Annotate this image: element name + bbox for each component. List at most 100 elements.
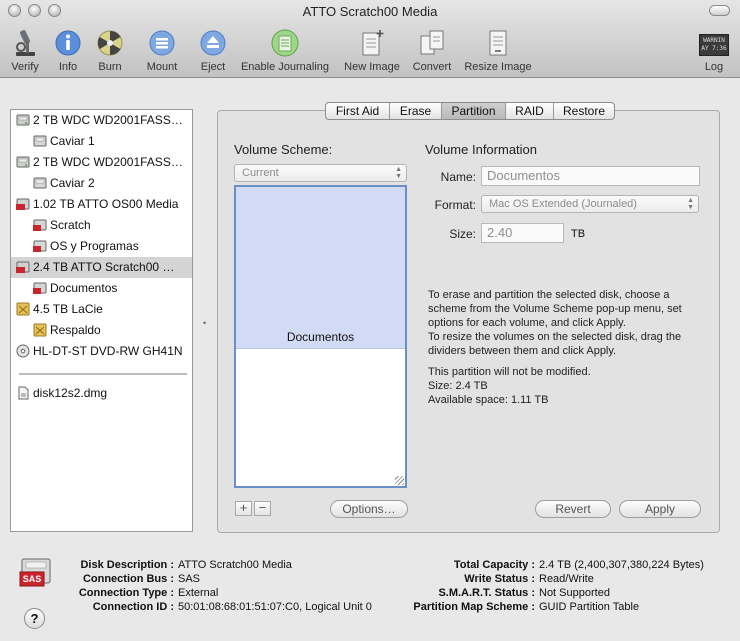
instructions-line: options for each volume, and click Apply…: [428, 317, 626, 329]
sas-volume-icon: [33, 282, 47, 294]
sidebar-item-label: disk12s2.dmg: [33, 386, 108, 400]
sidebar-item-label: Documentos: [50, 281, 118, 295]
sidebar-item-label: 2 TB WDC WD2001FASS…: [33, 155, 183, 169]
volume-icon: [33, 177, 47, 189]
volume-scheme-select[interactable]: Current ▲ ▼: [234, 164, 407, 182]
connection-id-value: 50:01:08:68:01:51:07:C0, Logical Unit 0: [178, 601, 372, 613]
tab-erase[interactable]: Erase: [390, 103, 442, 119]
disk-image-icon: [18, 386, 29, 400]
tab-restore[interactable]: Restore: [554, 103, 614, 119]
partition-size-line: Size: 2.4 TB: [428, 380, 488, 392]
instructions-line: To erase and partition the selected disk…: [428, 289, 670, 301]
external-volume-icon: [33, 323, 47, 337]
sidebar-item-lacie[interactable]: 4.5 TB LaCie: [11, 299, 192, 320]
updown-arrows-icon: ▲ ▼: [687, 197, 694, 211]
sidebar-item-label: HL-DT-ST DVD-RW GH41N: [33, 344, 183, 358]
instructions-line: To resize the volumes on the selected di…: [428, 331, 682, 343]
eject-icon: [200, 30, 226, 56]
sidebar-item-respaldo[interactable]: Respaldo: [11, 320, 192, 341]
remove-partition-button[interactable]: −: [254, 501, 271, 516]
sas-volume-icon: [33, 240, 47, 252]
sidebar-item-label: Scratch: [50, 218, 91, 232]
burn-button[interactable]: Burn: [92, 26, 128, 76]
toolbar-toggle-button[interactable]: [709, 5, 730, 16]
write-status-label: Write Status :: [464, 573, 535, 585]
format-select[interactable]: Mac OS Extended (Journaled) ▲ ▼: [481, 195, 699, 213]
connection-bus-label: Connection Bus :: [82, 573, 174, 585]
volume-scheme-value: Current: [242, 167, 279, 179]
connection-type-value: External: [178, 587, 219, 599]
new-image-label: New Image: [344, 61, 400, 73]
sidebar-item-atto-scratch00[interactable]: 2.4 TB ATTO Scratch00 …: [11, 257, 192, 278]
volume-size-field[interactable]: 2.40: [481, 223, 564, 243]
sidebar-item-disk-2[interactable]: 2 TB WDC WD2001FASS…: [11, 152, 192, 173]
enable-journaling-button[interactable]: Enable Journaling: [236, 26, 334, 76]
sidebar-item-atto-os00[interactable]: 1.02 TB ATTO OS00 Media: [11, 194, 192, 215]
sidebar-item-documentos[interactable]: Documentos: [11, 278, 192, 299]
disk-list[interactable]: 2 TB WDC WD2001FASS… Caviar 1 2 TB WDC W…: [10, 109, 193, 532]
connection-id-label: Connection ID :: [92, 601, 174, 613]
smart-status-value: Not Supported: [539, 587, 610, 599]
volume-name-field[interactable]: Documentos: [481, 166, 700, 186]
add-partition-button[interactable]: +: [235, 501, 252, 516]
sidebar-item-label: Respaldo: [50, 323, 101, 337]
sidebar-item-dvd-drive[interactable]: HL-DT-ST DVD-RW GH41N: [11, 341, 192, 362]
partition-map-scheme-label: Partition Map Scheme :: [413, 601, 535, 613]
sidebar-item-caviar-2[interactable]: Caviar 2: [11, 173, 192, 194]
tab-partition[interactable]: Partition: [442, 103, 506, 119]
name-label: Name:: [440, 170, 476, 184]
volume-scheme-heading: Volume Scheme:: [234, 142, 333, 157]
sas-volume-icon: [33, 219, 47, 231]
partition-name: Documentos: [286, 330, 355, 344]
sidebar-item-caviar-1[interactable]: Caviar 1: [11, 131, 192, 152]
microscope-icon: [16, 30, 35, 56]
tab-first-aid[interactable]: First Aid: [326, 103, 390, 119]
sidebar-divider: [19, 373, 187, 375]
tab-raid[interactable]: RAID: [506, 103, 554, 119]
info-label: Info: [58, 61, 78, 73]
sidebar-item-label: 2.4 TB ATTO Scratch00 …: [33, 260, 175, 274]
revert-button[interactable]: Revert: [535, 500, 611, 518]
help-button[interactable]: ?: [24, 608, 45, 629]
options-button[interactable]: Options…: [330, 500, 408, 518]
convert-button[interactable]: Convert: [408, 26, 456, 76]
size-unit: TB: [571, 228, 586, 240]
hard-disk-icon: [16, 114, 30, 126]
sidebar-item-scratch[interactable]: Scratch: [11, 215, 192, 236]
sidebar-item-os-y-programas[interactable]: OS y Programas: [11, 236, 192, 257]
new-image-icon: [362, 30, 384, 56]
resize-grip-icon[interactable]: [395, 476, 404, 485]
verify-button[interactable]: Verify: [4, 26, 46, 76]
log-button[interactable]: WARNIN AY 7:36 Log: [696, 26, 732, 76]
info-button[interactable]: Info: [50, 26, 86, 76]
verify-label: Verify: [11, 61, 39, 73]
total-capacity-label: Total Capacity :: [453, 559, 535, 571]
info-icon: [55, 30, 81, 56]
split-view-handle[interactable]: •: [203, 318, 206, 328]
partition-status-line: This partition will not be modified.: [428, 366, 591, 378]
apply-button[interactable]: Apply: [619, 500, 701, 518]
eject-button[interactable]: Eject: [194, 26, 232, 76]
resize-image-label: Resize Image: [464, 61, 532, 73]
volume-information-heading: Volume Information: [425, 142, 538, 157]
sidebar-item-label: 4.5 TB LaCie: [33, 302, 103, 316]
enable-journaling-label: Enable Journaling: [240, 61, 330, 73]
connection-bus-value: SAS: [178, 573, 201, 585]
resize-image-button[interactable]: Resize Image: [461, 26, 535, 76]
updown-arrows-icon: ▲ ▼: [395, 166, 402, 180]
connection-type-label: Connection Type :: [78, 587, 174, 599]
sidebar-item-disk-image[interactable]: disk12s2.dmg: [11, 383, 192, 404]
volume-scheme-map[interactable]: Documentos: [234, 185, 407, 488]
burn-disc-icon: [97, 30, 123, 56]
new-image-button[interactable]: New Image: [340, 26, 404, 76]
partition-block-documentos[interactable]: Documentos: [236, 187, 405, 349]
sas-badge-text: SAS: [22, 574, 42, 584]
disk-description-label: Disk Description :: [80, 559, 174, 571]
window-title: ATTO Scratch00 Media: [302, 4, 438, 19]
sidebar-item-disk-1[interactable]: 2 TB WDC WD2001FASS…: [11, 110, 192, 131]
mount-button[interactable]: Mount: [140, 26, 184, 76]
external-disk-icon: [16, 302, 30, 316]
format-label: Format:: [434, 198, 476, 212]
disk-description-value: ATTO Scratch00 Media: [178, 559, 292, 571]
total-capacity-value: 2.4 TB (2,400,307,380,224 Bytes): [539, 559, 704, 571]
